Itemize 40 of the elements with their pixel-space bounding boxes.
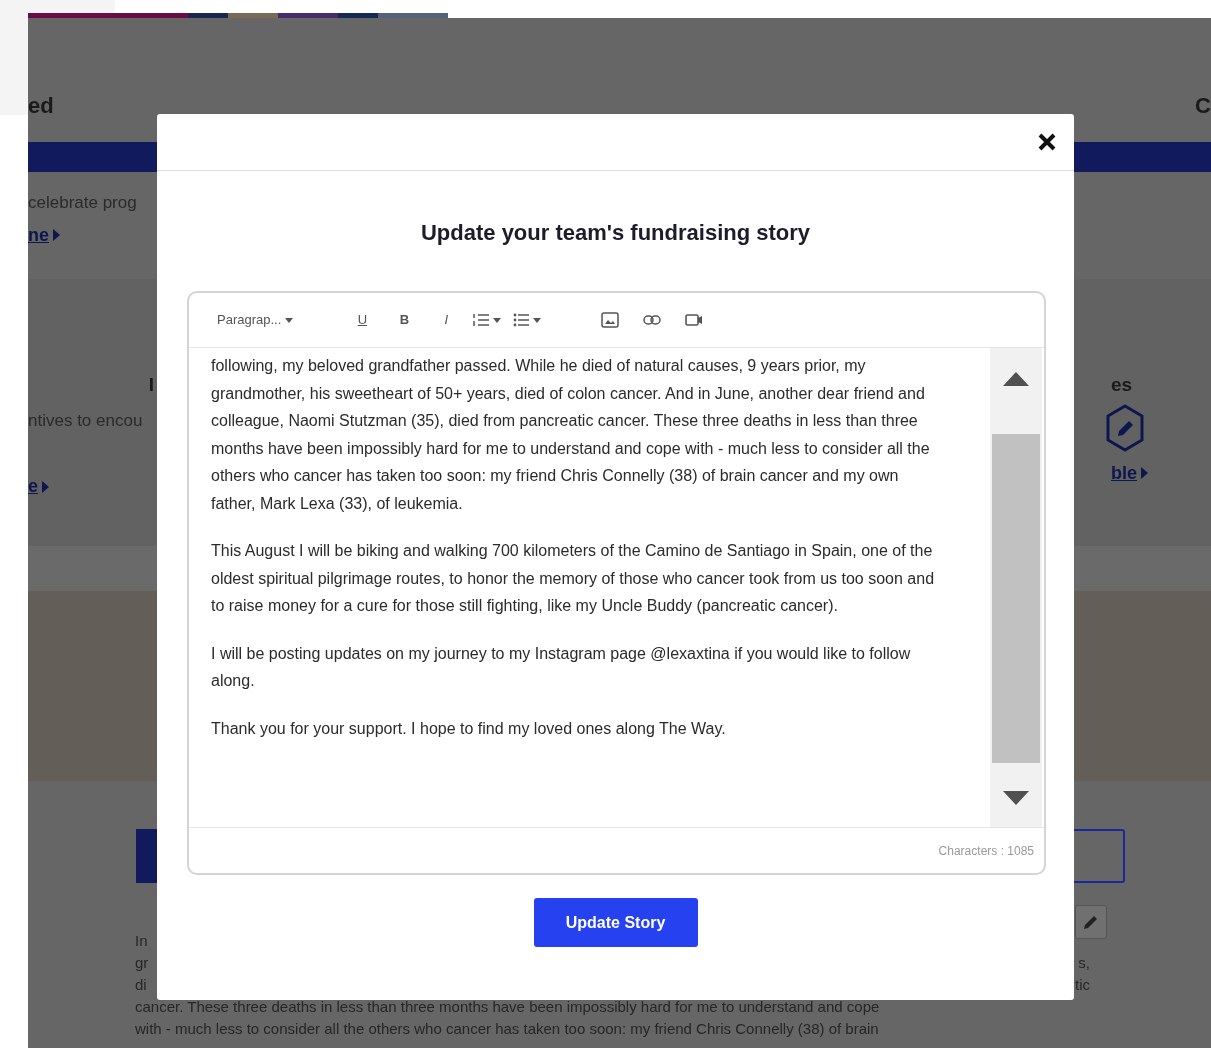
section-heading: ed: [28, 95, 54, 120]
modal-title: Update your team's fundraising story: [419, 219, 812, 247]
pencil-hexagon-icon: [1106, 403, 1144, 452]
italic-button[interactable]: I: [425, 310, 468, 330]
rich-text-editor[interactable]: [187, 291, 1046, 875]
scroll-down-icon[interactable]: [1003, 791, 1029, 805]
caret-icon: [53, 229, 60, 241]
story-text-line: s,: [1078, 952, 1090, 973]
story-text[interactable]: following, my beloved grandfather passed. While he died of natural causes, 9 years prior, my grandmother, his sweetheart of 50+ years, died of colon cancer. And in June, another dear friend and colleague, Naomi Stutzman (35), died from pancreatic cancer. These three deaths in less than three months have been impossibly hard for me to understand and cope with - much less to consider all the others who cancer has taken too soon: my friend Chris Connelly (38) of brain cancer and my own father, Mark Lexa (33), of leukemia. This August I will be biking and walking 700 kilometers of the Camino de Santiago in Spain, one of the oldest spiritual pilgrimage routes, to honor the memory of those who cancer took from us too soon and to raise money for a cure for those still fighting, like my Uncle Buddy (pancreatic cancer). I will be posting updates on my journey to my Instagram page @lexaxtina if you would like to follow along. Thank you for your support. I hope to find my loved ones along The Way.: [189, 348, 990, 827]
scroll-up-icon[interactable]: [1003, 372, 1029, 386]
bullet-list-icon: [513, 313, 530, 327]
story-text-line: with - much less to consider all the others who cancer has taken too soon: my friend Chris Connelly (38) of brain: [135, 1018, 879, 1039]
story-text-line: In: [135, 930, 148, 951]
story-text-line: di: [135, 974, 147, 995]
underline-button[interactable]: U: [341, 310, 384, 330]
story-text-line: gr: [135, 952, 149, 973]
card-title: es: [1111, 374, 1133, 394]
caret-icon: [1141, 467, 1148, 479]
card-text: ntives to encou: [28, 409, 143, 432]
caret-icon: [533, 317, 542, 323]
numbered-list-icon: [473, 313, 490, 327]
intro-text: celebrate prog: [28, 193, 137, 212]
close-icon[interactable]: [1038, 133, 1056, 151]
format-dropdown[interactable]: Paragrap...: [211, 310, 300, 330]
caret-icon: [493, 317, 502, 323]
edit-button[interactable]: [1075, 904, 1107, 939]
update-story-button[interactable]: Update Story: [533, 898, 698, 947]
scrollbar-thumb[interactable]: [992, 434, 1040, 763]
scrollbar[interactable]: [990, 348, 1042, 827]
bold-button[interactable]: B: [383, 310, 426, 330]
story-text-line: cancer. These three deaths in less than three months have been impossibly hard for me to understand and cope: [135, 996, 880, 1017]
character-count: Characters : 1085: [938, 842, 1034, 860]
link-icon: [643, 315, 662, 325]
caret-icon: [42, 480, 49, 493]
card-title: I: [148, 374, 154, 394]
story-text-line: tic: [1075, 974, 1090, 995]
caret-icon: [285, 317, 294, 323]
section-heading: C: [1195, 95, 1211, 120]
video-camera-icon: [685, 314, 704, 326]
image-icon: [601, 312, 620, 328]
